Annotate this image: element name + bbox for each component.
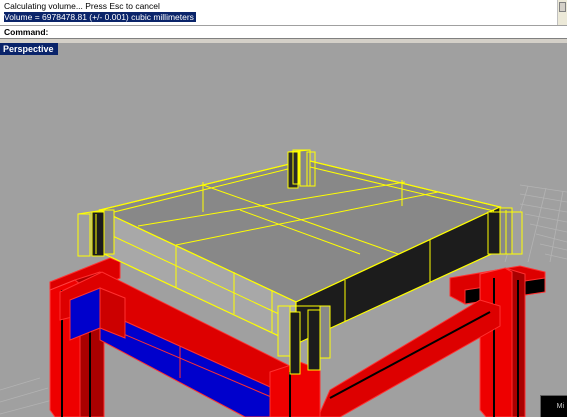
viewport-title-tab[interactable]: Perspective	[0, 43, 58, 55]
minimized-window-tab[interactable]: Mi	[540, 395, 567, 417]
command-history: Calculating volume... Press Esc to cance…	[0, 0, 567, 26]
perspective-viewport[interactable]: Mi	[0, 43, 567, 417]
corner-post-right[interactable]	[487, 207, 523, 255]
command-prompt-label: Command:	[4, 27, 49, 37]
command-history-line: Calculating volume... Press Esc to cance…	[4, 1, 160, 11]
scrollbar-thumb[interactable]	[559, 2, 566, 12]
command-history-line-selected[interactable]: Volume = 6978478.81 (+/- 0.001) cubic mi…	[4, 11, 196, 22]
command-input[interactable]	[44, 27, 554, 37]
command-prompt-row: Command:	[0, 26, 567, 39]
corner-post-left[interactable]	[77, 209, 115, 257]
rhino-window: Calculating volume... Press Esc to cance…	[0, 0, 567, 417]
frame-leg-right	[479, 267, 513, 417]
command-history-scrollbar[interactable]	[557, 0, 567, 25]
viewport-scene[interactable]	[0, 43, 567, 417]
